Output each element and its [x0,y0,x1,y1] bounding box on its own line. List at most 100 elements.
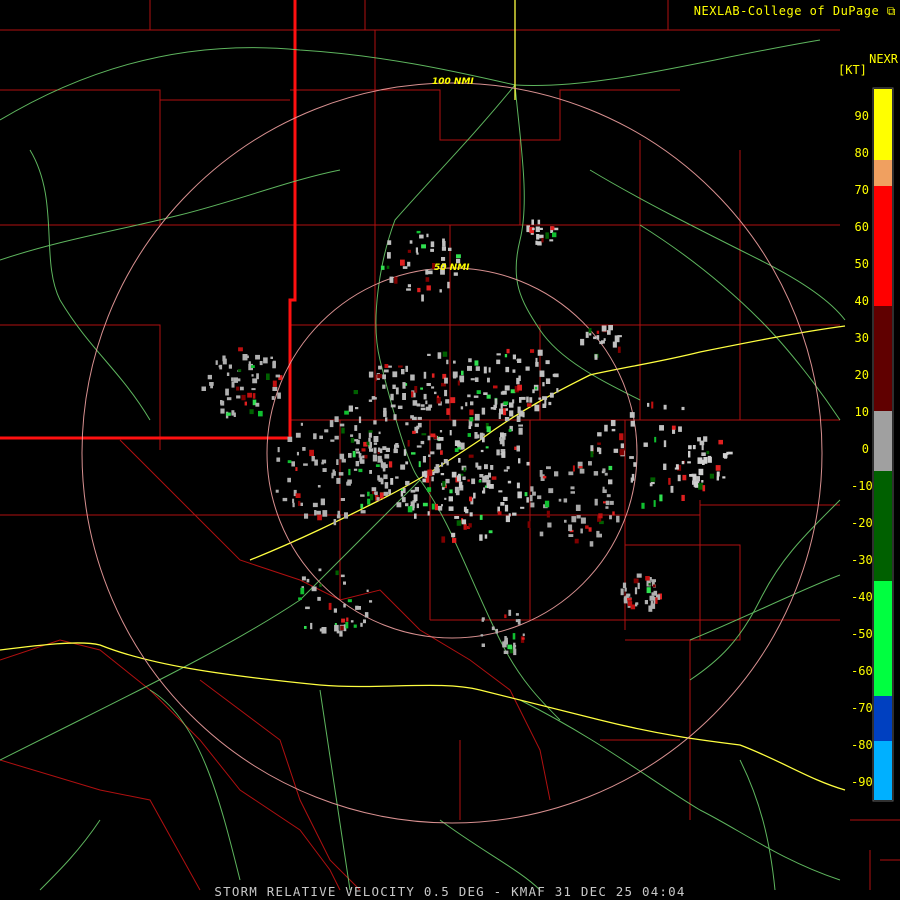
echo-pixel [333,608,337,613]
echo-pixel [237,369,242,372]
echo-pixel [475,366,480,371]
echo-pixel [539,234,544,239]
echo-pixel [402,266,408,269]
echo-pixel [383,410,387,417]
echo-pixel [210,382,213,389]
echo-pixel [407,249,411,253]
echo-pixel [461,519,467,525]
echo-pixel [360,510,366,514]
echo-pixel [623,596,627,602]
echo-pixel [341,458,346,463]
echo-pixel [377,374,382,379]
echo-pixel [505,637,508,645]
echo-pixel [317,596,321,601]
echo-pixel [496,353,501,356]
echo-pixel [277,392,281,399]
echo-pixel [474,377,479,382]
echo-pixel [531,219,534,225]
echo-pixel [427,435,431,441]
echo-pixel [226,412,231,416]
echo-pixel [548,401,552,406]
echo-pixel [624,587,627,592]
echo-pixel [291,461,295,467]
echo-pixel [319,583,322,587]
echo-pixel [452,419,457,427]
echo-pixel [512,354,516,360]
echo-pixel [339,453,345,460]
echo-pixel [343,581,346,585]
echo-pixel [298,597,302,600]
echo-pixel [436,397,441,404]
echo-pixel [275,489,279,493]
echo-pixel [422,478,426,483]
echo-pixel [648,583,651,586]
echo-pixel [588,461,592,466]
echo-pixel [311,586,317,592]
echo-pixel [346,617,349,622]
echo-pixel [518,427,523,435]
echo-pixel [450,397,456,404]
echo-pixel [353,468,358,471]
echo-pixel [395,387,399,395]
echo-pixel [619,433,624,441]
echo-pixel [703,436,708,442]
echo-pixel [519,397,522,403]
echo-pixel [442,481,446,488]
echo-pixel [614,335,620,343]
echo-pixel [473,395,479,398]
echo-pixel [516,359,519,362]
county-boundaries [0,0,900,891]
echo-pixel [370,494,374,501]
echo-pixel [322,468,327,472]
echo-pixel [516,377,520,385]
echo-pixel [467,365,472,371]
echo-pixel [681,494,685,501]
echo-pixel [378,365,382,370]
echo-pixel [593,471,599,476]
echo-pixel [364,612,369,618]
legend-band-cyan [874,741,892,800]
echo-pixel [431,476,434,482]
echo-pixel [355,407,359,410]
echo-pixel [462,476,466,480]
echo-pixel [491,476,497,480]
external-link-icon[interactable]: ⧉ [887,4,896,18]
echo-pixel [707,456,712,463]
echo-pixel [405,365,408,372]
echo-pixel [457,475,462,482]
echo-pixel [295,493,301,498]
echo-pixel [570,486,575,490]
echo-pixel [552,232,557,238]
echo-pixel [534,386,538,390]
echo-pixel [488,530,493,534]
echo-pixel [420,407,426,411]
echo-pixel [445,478,450,484]
echo-pixel [578,466,583,469]
echo-pixel [456,254,461,259]
echo-pixel [441,246,446,251]
echo-pixel [250,365,255,368]
legend-tick-label: -60 [851,664,873,678]
echo-pixel [207,374,212,380]
echo-pixel [542,382,545,387]
echo-pixel [378,447,381,452]
echo-pixel [516,482,520,489]
echo-pixel [482,437,485,443]
echo-pixel [651,401,654,409]
echo-pixel [412,430,416,434]
echo-pixel [314,510,317,516]
echo-pixel [329,420,334,428]
echo-pixel [606,494,611,498]
echo-pixel [319,435,323,439]
echo-pixel [498,490,503,493]
echo-pixel [541,237,544,243]
echo-pixel [347,599,352,603]
echo-pixel [518,424,523,427]
echo-pixel [451,471,457,478]
echo-pixel [414,487,419,492]
echo-pixel [512,633,516,640]
echo-pixel [303,463,308,466]
echo-pixel [340,625,344,631]
echo-pixel [588,527,592,532]
legend-tick-label: -20 [851,516,873,530]
